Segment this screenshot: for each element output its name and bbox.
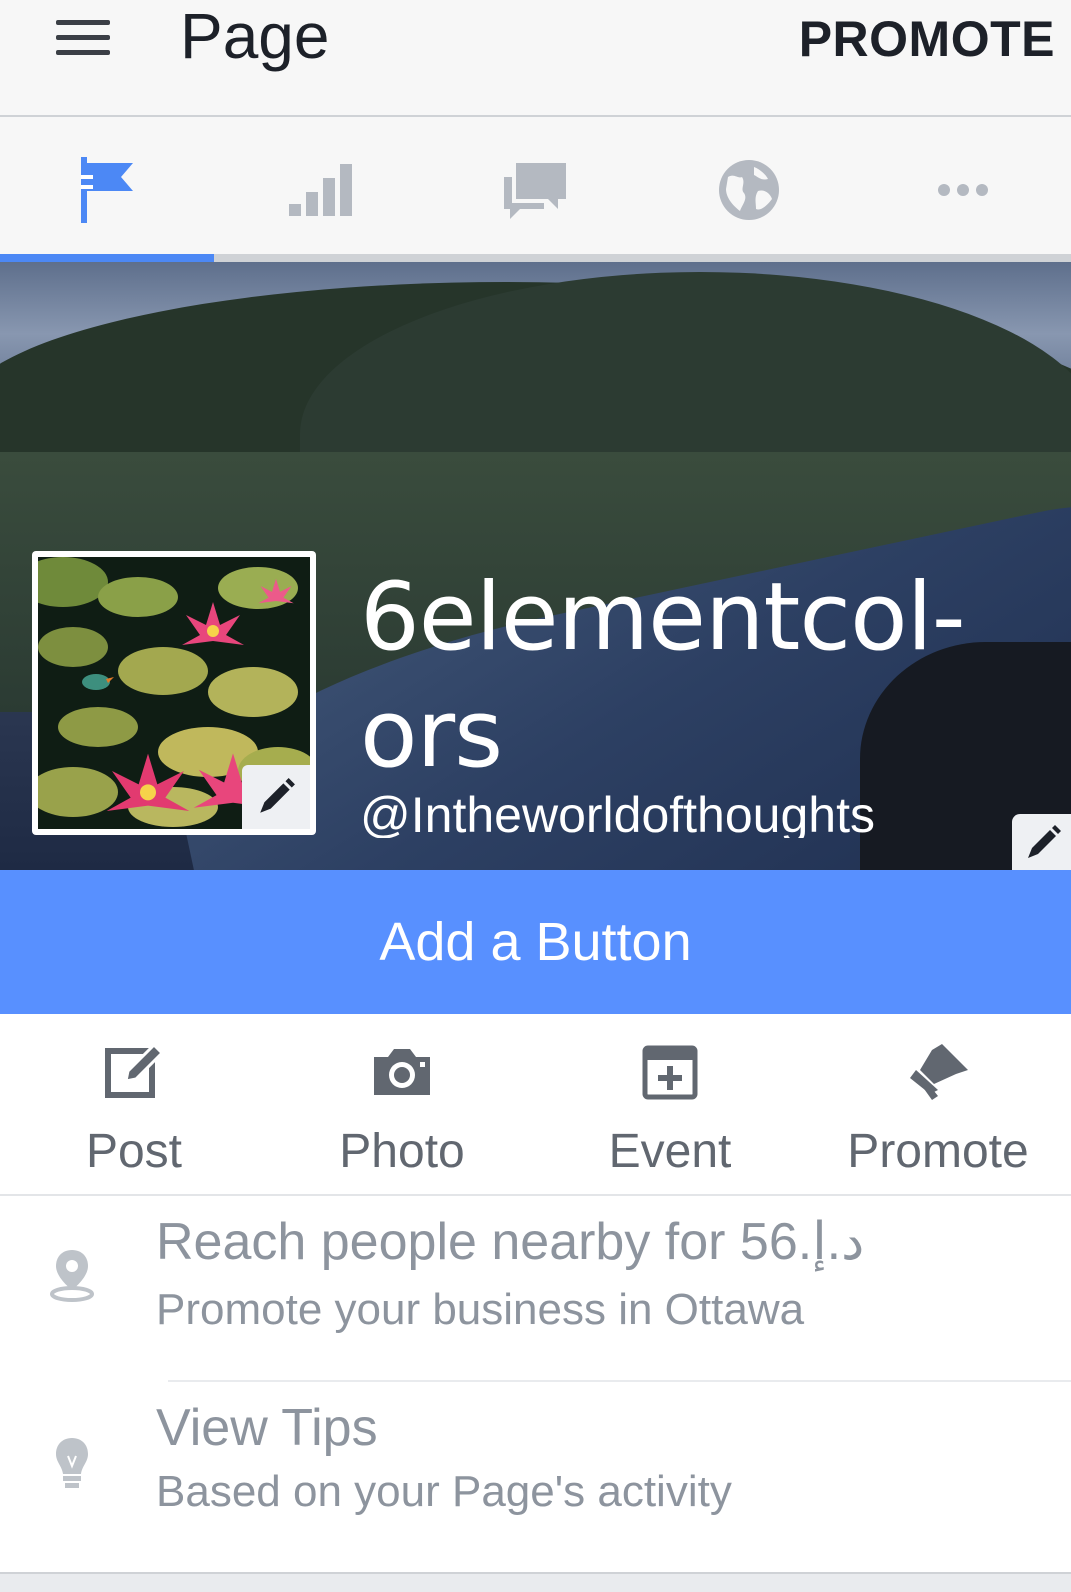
location-pin-icon	[50, 1250, 94, 1302]
edit-profile-picture-button[interactable]	[242, 765, 310, 829]
tab-insights[interactable]	[214, 117, 428, 262]
lotus-flower	[106, 753, 190, 811]
bottom-edge	[0, 1572, 1071, 1592]
tab-messages[interactable]	[428, 117, 642, 262]
action-bar: Post Photo Event Promote	[0, 1014, 1071, 1196]
chat-bubbles-icon	[504, 162, 566, 219]
lotus-flower	[258, 578, 294, 604]
calendar-plus-icon	[642, 1045, 698, 1100]
suggestions-list: Reach people nearby for 56.د.إ Promote y…	[0, 1196, 1071, 1572]
lightbulb-icon	[56, 1438, 88, 1488]
bird	[82, 674, 114, 690]
lotus-flower	[182, 602, 244, 645]
list-item-reach-nearby[interactable]: Reach people nearby for 56.د.إ Promote y…	[0, 1196, 1071, 1382]
edit-cover-button[interactable]	[1012, 814, 1071, 870]
event-label: Event	[608, 1125, 732, 1178]
post-button[interactable]: Post	[0, 1014, 268, 1194]
menu-icon[interactable]	[56, 20, 112, 56]
tips-title: View Tips	[156, 1399, 378, 1457]
page-name: 6elementcol- ors	[360, 560, 1060, 793]
edit-icon	[105, 1042, 164, 1098]
promote-label: Promote	[847, 1125, 1029, 1178]
bar-chart-icon	[289, 163, 352, 216]
reach-title: Reach people nearby for 56.د.إ	[156, 1213, 865, 1271]
pencil-icon	[1028, 825, 1061, 858]
top-bar: Page PROMOTE	[0, 0, 1071, 117]
tab-page[interactable]	[0, 117, 214, 262]
tab-website[interactable]	[642, 117, 856, 262]
tab-bar	[0, 117, 1071, 262]
tips-subtitle: Based on your Page's activity	[156, 1467, 732, 1516]
list-item-view-tips[interactable]: View Tips Based on your Page's activity	[0, 1382, 1071, 1572]
promote-header-button[interactable]: PROMOTE	[799, 14, 1055, 64]
page-username: @Intheworldofthoughts	[360, 790, 875, 838]
event-button[interactable]: Event	[536, 1014, 804, 1194]
active-tab-indicator	[0, 254, 214, 262]
reach-subtitle: Promote your business in Ottawa	[156, 1285, 805, 1334]
promote-button[interactable]: Promote	[804, 1014, 1071, 1194]
flag-icon	[81, 156, 133, 223]
photo-label: Photo	[339, 1125, 465, 1178]
megaphone-icon	[910, 1044, 968, 1100]
pencil-icon	[260, 778, 295, 813]
globe-icon	[719, 159, 779, 220]
more-dots-icon	[938, 183, 988, 196]
tab-more[interactable]	[856, 117, 1070, 262]
page-name-line: 6elementcol-	[360, 563, 966, 672]
page-name-line: ors	[360, 679, 503, 789]
add-a-button[interactable]: Add a Button	[0, 870, 1071, 1014]
photo-button[interactable]: Photo	[268, 1014, 536, 1194]
camera-icon	[374, 1049, 430, 1095]
profile-picture[interactable]	[32, 551, 316, 835]
post-label: Post	[85, 1125, 183, 1178]
page-title: Page	[180, 0, 330, 72]
